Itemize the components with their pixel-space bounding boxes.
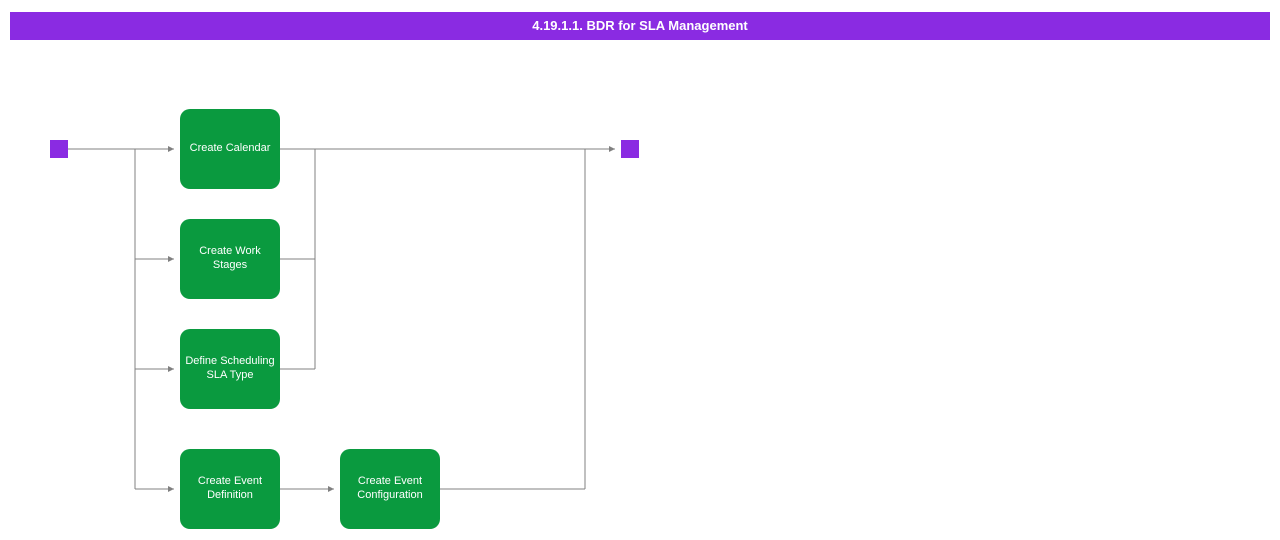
node-create-event-configuration[interactable]: Create Event Configuration [340,449,440,529]
node-label: Create Work Stages [184,245,276,273]
node-create-event-definition[interactable]: Create Event Definition [180,449,280,529]
node-create-work-stages[interactable]: Create Work Stages [180,219,280,299]
node-label: Create Event Configuration [344,475,436,503]
flow-start-node [50,140,68,158]
node-label: Define Scheduling SLA Type [184,355,276,383]
node-define-scheduling-sla-type[interactable]: Define Scheduling SLA Type [180,329,280,409]
diagram-canvas: Create Calendar Create Work Stages Defin… [0,0,1280,540]
node-label: Create Calendar [190,142,271,156]
flow-end-node [621,140,639,158]
node-label: Create Event Definition [184,475,276,503]
node-create-calendar[interactable]: Create Calendar [180,109,280,189]
